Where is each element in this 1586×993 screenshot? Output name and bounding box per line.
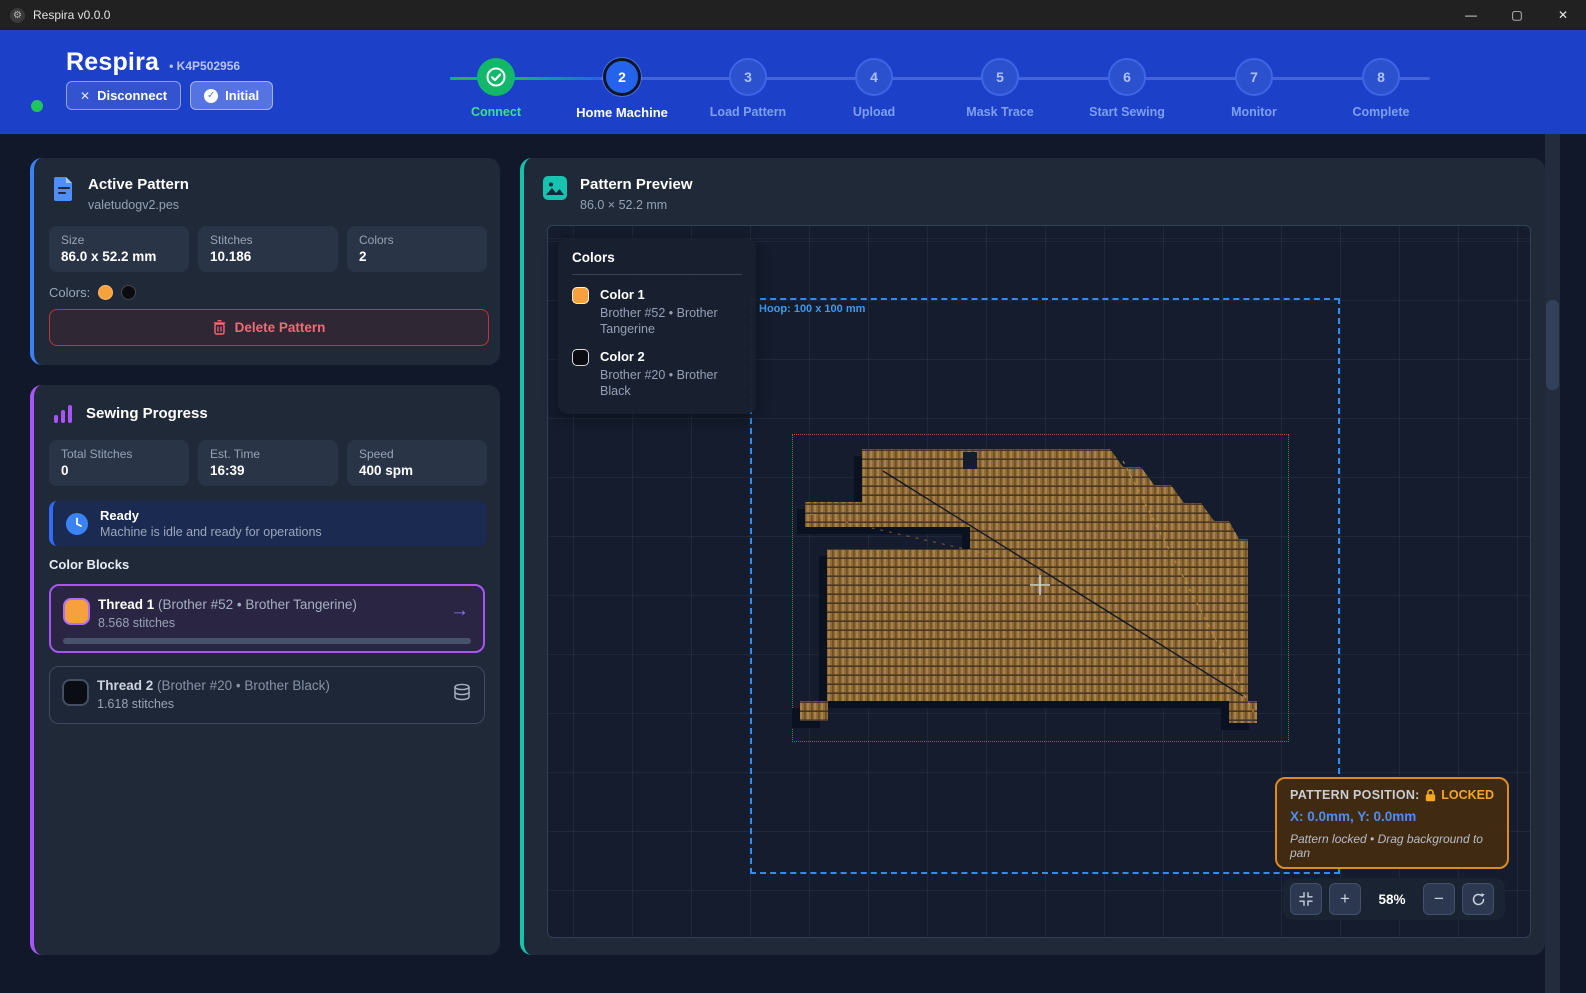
legend-entry-2: Color 2 Brother #20 • Brother Black	[572, 349, 742, 399]
step-load-pattern[interactable]: 3 Load Pattern	[688, 58, 808, 119]
step-connect-circle	[477, 58, 515, 96]
brand-title: Respira	[66, 48, 159, 77]
thread-1-progress	[63, 638, 471, 644]
pattern-preview-card: Pattern Preview 86.0 × 52.2 mm Hoop: 100…	[520, 158, 1545, 955]
stat-speed: Speed 400 spm	[347, 440, 487, 486]
layers-icon	[453, 683, 471, 701]
stat-size: Size 86.0 x 52.2 mm	[49, 226, 189, 272]
minimize-button[interactable]: —	[1448, 0, 1494, 30]
workflow-stepper: Connect 2 Home Machine 3 Load Pattern 4 …	[450, 30, 1430, 134]
step-connect[interactable]: Connect	[436, 58, 556, 119]
preview-canvas[interactable]: Hoop: 100 x 100 mm	[547, 225, 1531, 938]
clock-icon	[66, 513, 88, 535]
refresh-icon	[1471, 892, 1486, 907]
active-pattern-title: Active Pattern	[88, 176, 189, 193]
zoom-toolbar: + 58% −	[1283, 878, 1505, 920]
locked-badge: LOCKED	[1425, 788, 1494, 802]
colors-legend: Colors Color 1 Brother #52 • Brother Tan…	[558, 238, 756, 414]
step-complete[interactable]: 8 Complete	[1321, 58, 1441, 119]
step-mask-trace[interactable]: 5 Mask Trace	[940, 58, 1060, 119]
delete-pattern-button[interactable]: Delete Pattern	[49, 309, 489, 346]
close-button[interactable]: ✕	[1540, 0, 1586, 30]
thread-1-swatch	[63, 598, 90, 625]
image-icon	[543, 176, 567, 200]
bar-chart-icon	[53, 403, 73, 425]
zoom-out-button[interactable]: −	[1423, 883, 1455, 915]
color-blocks-heading: Color Blocks	[49, 557, 129, 572]
legend-swatch-1	[572, 287, 589, 304]
stat-total-stitches: Total Stitches 0	[49, 440, 189, 486]
compress-icon	[1299, 892, 1313, 906]
status-desc: Machine is idle and ready for operations	[100, 525, 322, 539]
step-start-sewing[interactable]: 6 Start Sewing	[1067, 58, 1187, 119]
app-header: Respira • K4P502956 ✕ Disconnect ✓ Initi…	[0, 30, 1586, 134]
stat-colors: Colors 2	[347, 226, 487, 272]
sewing-progress-title: Sewing Progress	[86, 405, 208, 425]
machine-serial: • K4P502956	[169, 59, 240, 73]
thread-1-block[interactable]: Thread 1 (Brother #52 • Brother Tangerin…	[49, 584, 485, 653]
position-hint: Pattern locked • Drag background to pan	[1290, 832, 1494, 860]
app-icon: ⚙	[10, 8, 25, 23]
step-monitor[interactable]: 7 Monitor	[1194, 58, 1314, 119]
position-label: PATTERN POSITION:	[1290, 788, 1420, 802]
close-icon: ✕	[80, 89, 90, 103]
active-pattern-card: Active Pattern valetudogv2.pes Size 86.0…	[30, 158, 500, 365]
legend-title: Colors	[572, 250, 742, 275]
step-upload[interactable]: 4 Upload	[814, 58, 934, 119]
trash-icon	[213, 320, 226, 335]
legend-swatch-2	[572, 349, 589, 366]
thread-2-stitches: 1.618 stitches	[97, 697, 174, 711]
scrollbar-thumb[interactable]	[1546, 300, 1559, 390]
zoom-in-button[interactable]: +	[1329, 883, 1361, 915]
thread-1-stitches: 8.568 stitches	[98, 616, 175, 630]
stat-stitches: Stitches 10.186	[198, 226, 338, 272]
step-home-machine[interactable]: 2 Home Machine	[562, 58, 682, 120]
reset-view-button[interactable]	[1462, 883, 1494, 915]
color-swatch-2	[121, 285, 136, 300]
legend-entry-1: Color 1 Brother #52 • Brother Tangerine	[572, 287, 742, 337]
thread-2-block[interactable]: Thread 2 (Brother #20 • Brother Black) 1…	[49, 666, 485, 724]
app-root: ⚙ Respira v0.0.0 — ▢ ✕ Respira • K4P5029…	[0, 0, 1586, 993]
window-controls: — ▢ ✕	[1448, 0, 1586, 30]
pattern-stats: Size 86.0 x 52.2 mm Stitches 10.186 Colo…	[49, 226, 487, 272]
stat-est-time: Est. Time 16:39	[198, 440, 338, 486]
maximize-button[interactable]: ▢	[1494, 0, 1540, 30]
check-circle-icon	[485, 66, 507, 88]
sewing-stats: Total Stitches 0 Est. Time 16:39 Speed 4…	[49, 440, 487, 486]
connection-status-dot	[31, 100, 43, 112]
document-icon	[53, 176, 75, 202]
scrollbar-track[interactable]	[1545, 134, 1560, 993]
check-circle-icon: ✓	[204, 89, 218, 103]
position-coords: X: 0.0mm, Y: 0.0mm	[1290, 809, 1494, 824]
brand-row: Respira • K4P502956	[66, 48, 240, 77]
pattern-filename: valetudogv2.pes	[88, 198, 189, 212]
header-buttons: ✕ Disconnect ✓ Initial	[66, 81, 273, 110]
fit-view-button[interactable]	[1290, 883, 1322, 915]
arrow-right-icon: →	[450, 600, 469, 622]
window-titlebar: ⚙ Respira v0.0.0 — ▢ ✕	[0, 0, 1586, 30]
color-swatch-1	[98, 285, 113, 300]
pattern-position-overlay: PATTERN POSITION: LOCKED X: 0.0mm, Y: 0.…	[1275, 777, 1509, 869]
step-home-circle: 2	[603, 58, 641, 96]
initial-button[interactable]: ✓ Initial	[190, 81, 273, 110]
pattern-preview-dims: 86.0 × 52.2 mm	[580, 198, 693, 212]
status-title: Ready	[100, 508, 322, 523]
zoom-level: 58%	[1368, 892, 1416, 907]
pattern-preview-title: Pattern Preview	[580, 176, 693, 193]
thread-2-swatch	[62, 679, 89, 706]
disconnect-button[interactable]: ✕ Disconnect	[66, 81, 181, 110]
sewing-progress-card: Sewing Progress Total Stitches 0 Est. Ti…	[30, 385, 500, 955]
window-title: Respira v0.0.0	[33, 8, 110, 22]
machine-status-banner: Ready Machine is idle and ready for oper…	[49, 501, 487, 546]
pattern-colors-row: Colors:	[49, 285, 136, 300]
lock-icon	[1425, 789, 1436, 802]
